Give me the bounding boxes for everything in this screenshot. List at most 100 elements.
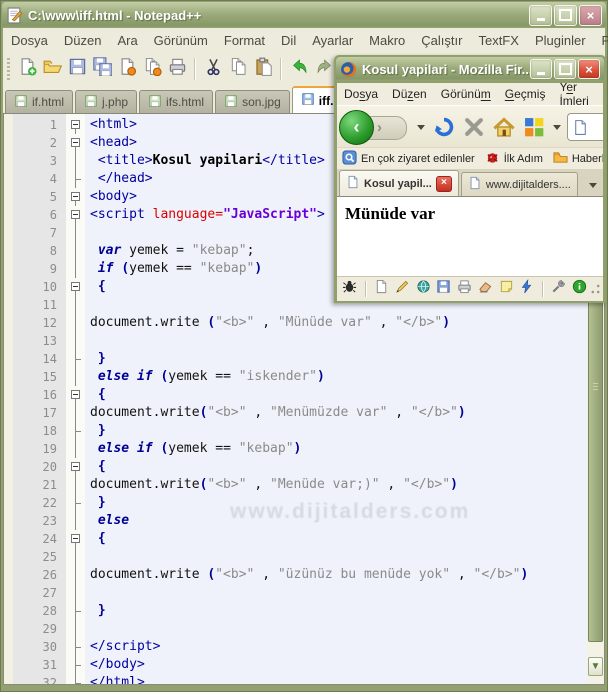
minimize-button[interactable] [529,4,552,26]
code-line-19[interactable]: 19 else if (yemek == "kebap") [4,440,587,458]
fold-collapse-marker[interactable] [66,116,85,134]
redo-icon [315,57,334,81]
statusbar-save-button[interactable] [435,279,453,299]
code-line-12[interactable]: 12 document.write ("<b>" , "Münüde var" ,… [4,314,587,332]
fold-collapse-marker[interactable] [66,530,85,548]
fold-collapse-marker[interactable] [66,458,85,476]
code-line-20[interactable]: 20 { [4,458,587,476]
firefox-menu-geçmiş[interactable]: Geçmiş [498,85,553,103]
notepadpp-titlebar[interactable]: C:\www\iff.html - Notepad++ × [2,2,606,28]
new-file-button[interactable] [16,58,38,80]
statusbar-eraser-button[interactable] [476,279,494,299]
npp-menu-textfx[interactable]: TextFX [470,30,526,51]
paste-button[interactable] [252,57,274,80]
copy-button[interactable] [227,57,249,80]
resize-grip[interactable] [591,284,600,294]
firefox-menu-görünüm[interactable]: Görünüm [434,85,498,103]
fold-collapse-marker[interactable] [66,386,85,404]
statusbar-bug-button[interactable] [341,279,359,299]
code-line-29[interactable]: 29 [4,620,587,638]
statusbar-edit-pencil-button[interactable] [393,279,411,299]
statusbar-lightning-button[interactable] [518,278,536,299]
npp-tab-if.html[interactable]: if.html [5,90,74,113]
firefox-menu-dosya[interactable]: Dosya [337,85,385,103]
bookmark-haberler[interactable]: Haberler [548,150,603,168]
refresh-button[interactable] [431,114,457,140]
stop-button[interactable] [461,114,487,140]
firefox-minimize-button[interactable] [530,59,552,79]
back-button[interactable]: ‹ [339,110,374,145]
npp-tab-j.php[interactable]: j.php [75,90,138,113]
npp-menu-dosya[interactable]: Dosya [3,30,56,51]
home-button[interactable] [491,114,517,140]
code-line-17[interactable]: 17 document.write("<b>" , "Menümüzde var"… [4,404,587,422]
close-all-docs-button[interactable] [141,57,163,80]
npp-menu-görünüm[interactable]: Görünüm [146,30,216,51]
save-button[interactable] [66,58,88,80]
npp-menu-ara[interactable]: Ara [109,30,145,51]
redo-button[interactable] [313,58,335,80]
code-line-15[interactable]: 15 else if (yemek == "iskender") [4,368,587,386]
fold-collapse-marker[interactable] [66,134,85,152]
firefox-tab-background[interactable]: www.dijitalders.... [460,172,578,196]
tab-list-dropdown-icon[interactable] [589,183,597,188]
tab-close-icon[interactable]: × [435,175,452,192]
code-line-30[interactable]: 30 </script> [4,638,587,656]
grid-dropdown-icon[interactable] [553,124,561,130]
firefox-titlebar[interactable]: Kosul yapilari - Mozilla Fir... × [336,57,604,81]
bookmark-ilk-adim[interactable]: İlk Adım [480,150,548,168]
npp-tab-ifs.html[interactable]: ifs.html [139,90,214,113]
close-doc-button[interactable] [116,58,138,80]
line-number: 17 [42,406,57,420]
code-line-16[interactable]: 16 { [4,386,587,404]
fold-collapse-marker[interactable] [66,278,85,296]
open-folder-button[interactable] [41,58,63,80]
maximize-button[interactable] [554,4,577,26]
code-line-28[interactable]: 28 } [4,602,587,620]
firefox-maximize-button[interactable] [554,59,576,79]
history-dropdown-icon[interactable] [417,124,425,130]
cut-button[interactable] [202,58,224,80]
npp-menu-dil[interactable]: Dil [273,30,304,51]
code-line-13[interactable]: 13 [4,332,587,350]
code-line-25[interactable]: 25 [4,548,587,566]
npp-tab-son.jpg[interactable]: son.jpg [215,90,290,113]
code-line-18[interactable]: 18 } [4,422,587,440]
code-line-31[interactable]: 31 </body> [4,656,587,674]
close-button[interactable]: × [579,4,602,26]
location-bar[interactable] [567,113,603,141]
npp-menu-pluginler[interactable]: Pluginler [527,30,594,51]
print-button[interactable] [166,58,188,80]
firefox-tab-active[interactable]: Kosul yapil... × [339,170,459,196]
firefox-menu-yer-i̇mleri[interactable]: Yer İmleri [552,83,595,105]
code-line-26[interactable]: 26 document.write ("<b>" , "üzünüz bu men… [4,566,587,584]
statusbar-info-button[interactable] [570,279,588,299]
statusbar-validate-globe-button[interactable] [414,279,432,299]
npp-menu-pencere[interactable]: Pencere [594,30,608,51]
save-all-button[interactable] [91,57,113,80]
toolbar-grip[interactable] [7,58,10,80]
npp-menu-çalıştır[interactable]: Çalıştır [413,30,470,51]
code-line-21[interactable]: 21 document.write("<b>" , "Menüde var;)" … [4,476,587,494]
statusbar-print-button[interactable] [456,279,474,299]
fold-collapse-marker[interactable] [66,188,85,206]
npp-menu-ayarlar[interactable]: Ayarlar [304,30,361,51]
statusbar-note-button[interactable] [497,279,515,299]
code-line-27[interactable]: 27 [4,584,587,602]
npp-menu-makro[interactable]: Makro [361,30,413,51]
code-line-32[interactable]: 32 </html> [4,674,587,684]
npp-menu-düzen[interactable]: Düzen [56,30,110,51]
speed-dial-grid-icon[interactable] [521,114,547,140]
firefox-menu-a[interactable]: A [596,85,604,103]
code-line-14[interactable]: 14 } [4,350,587,368]
firefox-menu-düzen[interactable]: Düzen [385,85,434,103]
fold-collapse-marker[interactable] [66,206,85,224]
npp-menu-format[interactable]: Format [216,30,273,51]
statusbar-new-doc-button[interactable] [373,279,391,299]
bookmark-most-visited[interactable]: En çok ziyaret edilenler [337,150,480,168]
firefox-close-button[interactable]: × [578,59,600,79]
statusbar-tools-button[interactable] [550,279,568,299]
undo-button[interactable] [288,58,310,80]
code-line-24[interactable]: 24 { [4,530,587,548]
scrollbar-down-button[interactable]: ▼ [588,657,603,676]
